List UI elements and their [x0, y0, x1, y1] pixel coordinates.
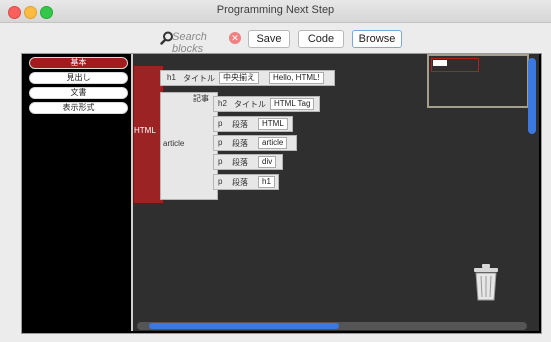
h1-tag: h1 — [167, 73, 176, 82]
html-block-label: HTML — [134, 126, 156, 135]
h2-text-slot[interactable]: HTML Tag — [270, 98, 315, 110]
category-sidebar: 基本 見出し 文書 表示形式 — [22, 54, 131, 331]
horizontal-scroll-thumb[interactable] — [149, 323, 339, 329]
p2-text-slot[interactable]: article — [258, 137, 288, 149]
search-field[interactable]: Search blocks ✕ — [160, 30, 241, 55]
h1-kind: タイトル — [183, 74, 215, 83]
vertical-scrollbar[interactable] — [528, 58, 536, 324]
p-block-2[interactable]: p 段落 article — [213, 135, 297, 151]
p2-tag: p — [218, 138, 223, 147]
p1-tag: p — [218, 119, 223, 128]
p1-text-slot[interactable]: HTML — [258, 118, 288, 130]
h1-text-slot[interactable]: Hello, HTML! — [269, 72, 324, 84]
category-heading[interactable]: 見出し — [29, 72, 128, 84]
h2-kind: タイトル — [234, 100, 266, 109]
toolbar: Search blocks ✕ Save Code Browse — [0, 23, 551, 55]
p3-kind: 段落 — [232, 158, 248, 167]
article-block[interactable]: article 記事 — [160, 92, 218, 200]
p3-tag: p — [218, 157, 223, 166]
minimap-blocks — [433, 60, 447, 66]
title-bar: Programming Next Step — [0, 0, 551, 23]
p-block-4[interactable]: p 段落 h1 — [213, 174, 279, 190]
p4-kind: 段落 — [232, 178, 248, 187]
search-placeholder: Search blocks — [172, 31, 207, 55]
save-button[interactable]: Save — [248, 30, 290, 48]
p-block-3[interactable]: p 段落 div — [213, 154, 283, 170]
trash-icon[interactable] — [471, 263, 501, 301]
section-label: 記事 — [193, 94, 209, 103]
vertical-scroll-thumb[interactable] — [528, 58, 536, 134]
p4-tag: p — [218, 177, 223, 186]
p3-text-slot[interactable]: div — [258, 156, 277, 168]
p-block-1[interactable]: p 段落 HTML — [213, 116, 293, 132]
code-button[interactable]: Code — [298, 30, 344, 48]
app-window: Programming Next Step Search blocks ✕ Sa… — [0, 0, 551, 342]
browse-button[interactable]: Browse — [352, 30, 402, 48]
clear-icon[interactable]: ✕ — [229, 32, 241, 44]
article-block-label: article — [163, 139, 185, 148]
window-title: Programming Next Step — [216, 4, 335, 16]
h2-block[interactable]: h2 タイトル HTML Tag — [213, 96, 320, 112]
h2-tag: h2 — [218, 99, 227, 108]
category-basic[interactable]: 基本 — [29, 57, 128, 69]
category-format[interactable]: 表示形式 — [29, 102, 128, 114]
p1-kind: 段落 — [232, 120, 248, 129]
h1-style-slot[interactable]: 中央揃え — [219, 72, 259, 84]
p4-text-slot[interactable]: h1 — [258, 176, 275, 188]
horizontal-scrollbar[interactable] — [137, 322, 527, 330]
category-document[interactable]: 文書 — [29, 87, 128, 99]
h1-block[interactable]: h1 タイトル 中央揃え Hello, HTML! — [160, 70, 335, 86]
minimap[interactable] — [427, 54, 529, 108]
p2-kind: 段落 — [232, 139, 248, 148]
